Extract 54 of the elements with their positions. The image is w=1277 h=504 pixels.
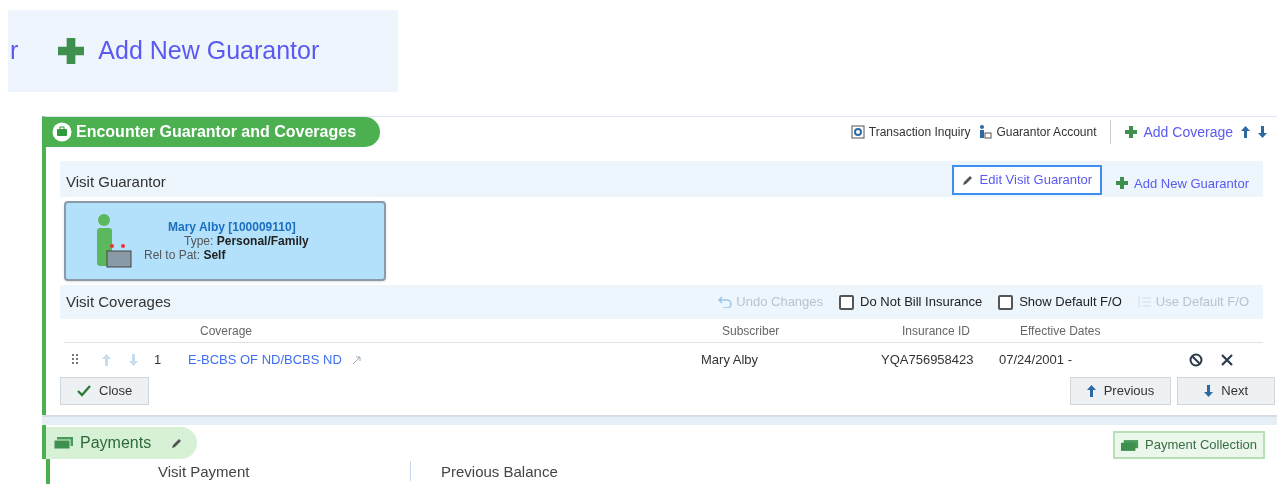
section-heading: Visit Coverages bbox=[66, 291, 171, 312]
magnifier-icon bbox=[850, 125, 865, 139]
column-header: Insurance ID bbox=[902, 322, 972, 340]
section-title: Encounter Guarantor and Coverages bbox=[76, 122, 357, 142]
row-number: 1 bbox=[154, 351, 163, 370]
toolbar-link[interactable]: Guarantor Account bbox=[978, 123, 1097, 141]
field-label: Previous Balance bbox=[441, 462, 558, 482]
cut-text: r bbox=[10, 35, 19, 67]
previous-button[interactable]: Previous bbox=[1069, 377, 1172, 405]
drag-handle-icon[interactable] bbox=[72, 354, 78, 366]
up-arrow-icon[interactable] bbox=[1241, 126, 1250, 138]
edit-guarantor-button[interactable]: Edit Visit Guarantor bbox=[951, 165, 1103, 195]
column-header: Effective Dates bbox=[1020, 322, 1101, 340]
guarantor-name[interactable]: Mary Alby [100009110] bbox=[168, 220, 309, 234]
down-arrow-icon[interactable] bbox=[1258, 126, 1267, 138]
plus-icon bbox=[1125, 126, 1138, 138]
close-button[interactable]: Close bbox=[60, 377, 150, 405]
pencil-icon[interactable] bbox=[171, 437, 184, 449]
next-button[interactable]: Next bbox=[1177, 377, 1275, 405]
money-icon bbox=[54, 437, 74, 449]
section-title: Payments bbox=[80, 433, 152, 453]
checkmark-icon bbox=[77, 385, 91, 397]
checkbox-label: Do Not Bill Insurance bbox=[860, 293, 983, 312]
guarantor-field: Type: Personal/Family bbox=[184, 234, 309, 248]
block-icon[interactable] bbox=[1189, 353, 1203, 367]
plus-icon bbox=[58, 38, 85, 64]
toolbar-link[interactable]: Transaction Inquiry bbox=[850, 123, 971, 141]
table-cell-text: Mary Alby bbox=[701, 351, 760, 370]
undo-icon bbox=[718, 296, 733, 308]
column-header: Coverage bbox=[200, 322, 254, 340]
plus-icon bbox=[1116, 177, 1129, 190]
add-guarantor-link[interactable]: Add New Guarantor bbox=[1116, 173, 1249, 193]
checkbox[interactable] bbox=[839, 294, 855, 310]
person-card-icon bbox=[978, 125, 993, 139]
guarantor-field: Rel to Pat: Self bbox=[144, 248, 309, 262]
close-icon[interactable] bbox=[1221, 354, 1233, 366]
column-header: Subscriber bbox=[722, 322, 781, 340]
add-coverage-link[interactable]: Add Coverage bbox=[1125, 121, 1233, 143]
table-cell-text: YQA756958423 bbox=[881, 351, 975, 370]
coverage-link[interactable]: E-BCBS OF ND/BCBS ND bbox=[188, 350, 352, 370]
down-arrow-icon[interactable] bbox=[1204, 385, 1214, 397]
briefcase-icon bbox=[52, 122, 72, 142]
section-heading: Visit Guarantor bbox=[66, 171, 166, 192]
up-arrow-icon[interactable] bbox=[1086, 385, 1096, 397]
checkbox-label: Show Default F/O bbox=[1019, 293, 1122, 312]
external-link-icon bbox=[352, 355, 361, 365]
pencil-icon bbox=[961, 174, 974, 186]
table-cell-text: 07/24/2001 - bbox=[999, 351, 1073, 370]
guarantor-card[interactable]: Mary Alby [100009110] Type: Personal/Family Rel to Pat: Self bbox=[64, 201, 386, 281]
money-icon bbox=[1121, 439, 1139, 451]
add-guarantor-link[interactable]: Add New Guarantor bbox=[58, 32, 320, 70]
checkbox[interactable] bbox=[998, 294, 1014, 310]
field-label: Visit Payment bbox=[158, 462, 251, 482]
payment-collection-button[interactable]: Payment Collection bbox=[1113, 431, 1265, 459]
